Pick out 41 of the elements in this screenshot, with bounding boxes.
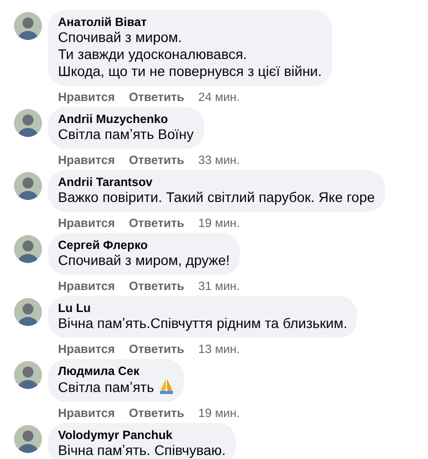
comment-text: Шкода, що ти не повернувся з цієї війни. [58,63,322,80]
timestamp[interactable]: 33 мин. [198,150,240,168]
action-link[interactable]: Ответить [128,150,184,168]
author-name[interactable]: Людмила Сек [58,364,174,378]
comment-text: Світла памʼять [58,378,174,396]
comment-text: Важко повірити. Такий світлий парубок. Яке горе [58,189,375,206]
action-link[interactable]: Нравится [58,214,115,232]
action-link[interactable]: Ответить [128,88,184,106]
author-name[interactable]: Volodymyr Panchuk [58,428,226,442]
comment-text: Вічна памʼять. Співчуваю. [58,442,226,459]
timestamp[interactable]: 31 мин. [198,276,240,294]
action-link[interactable]: Ответить [128,404,184,422]
comment-text: Спочивай з миром, друже! [58,252,230,269]
avatar[interactable] [14,298,42,326]
comment-text: Ти завжди удосконалювався. [58,46,248,63]
avatar[interactable] [14,361,42,389]
action-link[interactable]: Ответить [128,340,184,358]
action-link[interactable]: Нравится [58,340,115,358]
timestamp[interactable]: 24 мин. [198,88,240,106]
author-name[interactable]: Andrii Tarantsov [58,175,375,189]
action-link[interactable]: Ответить [128,214,184,232]
avatar[interactable] [14,172,42,200]
avatar[interactable] [14,425,42,453]
comment-text: Вічна памʼять.Співчуття рідним та близьким. [58,315,348,332]
author-name[interactable]: Сергей Флерко [58,238,230,252]
author-name[interactable]: Andrii Muzychenko [58,112,194,126]
avatar[interactable] [14,235,42,263]
timestamp[interactable]: 19 мин. [198,214,240,232]
action-link[interactable]: Нравится [58,88,115,106]
author-name[interactable]: Lu Lu [58,301,348,315]
comment-text: Спочивай з миром. [58,29,183,46]
action-link[interactable]: Ответить [128,276,184,294]
comment-text: Світла памʼять Воїну [58,126,194,143]
action-link[interactable]: Нравится [58,150,115,168]
timestamp[interactable]: 19 мин. [198,404,240,422]
timestamp[interactable]: 13 мин. [198,340,240,358]
action-link[interactable]: Нравится [58,404,115,422]
author-name[interactable]: Анатолій Віват [58,15,322,29]
avatar[interactable] [14,109,42,137]
action-link[interactable]: Нравится [58,276,115,294]
avatar[interactable] [14,12,42,40]
